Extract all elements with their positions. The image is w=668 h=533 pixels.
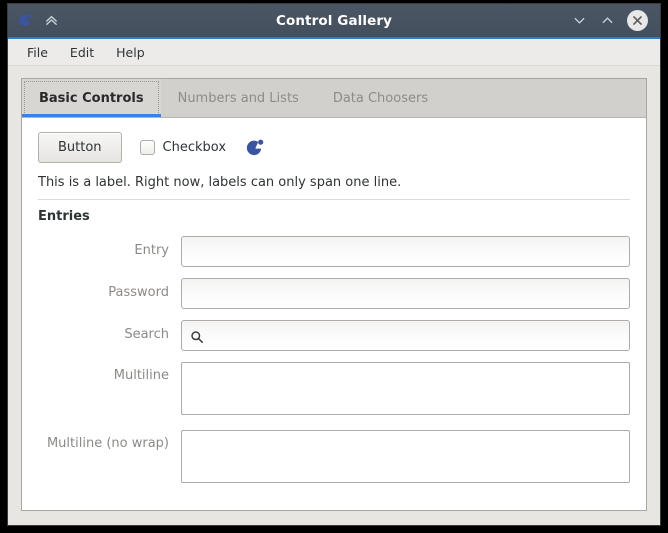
section-separator [38,199,630,200]
close-icon[interactable] [627,10,648,31]
button[interactable]: Button [38,132,122,163]
menu-item-file[interactable]: File [18,43,57,62]
app-logo-icon [17,12,34,29]
entry-input[interactable] [181,236,630,267]
maximize-icon[interactable] [599,13,615,29]
multiline-nowrap-field-label: Multiline (no wrap) [46,436,169,451]
search-input[interactable] [181,320,630,351]
multiline-nowrap-textarea[interactable] [181,430,630,483]
window-controls [571,10,660,31]
tab-strip: Basic Controls Numbers and Lists Data Ch… [22,79,646,117]
window-body: Basic Controls Numbers and Lists Data Ch… [8,66,660,525]
password-field-wrap [181,278,630,309]
multiline-field-wrap [181,362,630,419]
tab-basic-controls[interactable]: Basic Controls [22,79,161,117]
window-title: Control Gallery [275,12,393,29]
search-field-wrap [181,320,630,351]
menu-bar: File Edit Help [8,39,660,66]
spinner-icon [244,137,266,159]
menu-item-help[interactable]: Help [107,43,154,62]
entry-field-label: Entry [134,243,169,258]
multiline-field-label: Multiline [113,368,169,383]
title-bar-left-group [8,12,59,29]
checkbox-box[interactable] [139,140,155,155]
tab-group: Basic Controls Numbers and Lists Data Ch… [21,78,647,511]
application-window: Control Gallery File Edit Help Basic Con… [8,4,660,525]
search-field-label: Search [124,327,169,342]
entry-field-wrap [181,236,630,267]
multiline-textarea[interactable] [181,362,630,415]
info-label: This is a label. Right now, labels can o… [38,175,402,190]
tab-data-choosers[interactable]: Data Choosers [316,79,445,117]
checkbox-label: Checkbox [162,140,227,155]
password-field-label: Password [108,285,169,300]
tab-page-basic-controls: Button Checkbox This is a label. Right n… [22,117,646,510]
checkbox[interactable]: Checkbox [139,140,227,155]
password-input[interactable] [181,278,630,309]
entries-group-title: Entries [38,209,90,224]
tab-numbers-and-lists[interactable]: Numbers and Lists [161,79,316,117]
basic-controls-row: Button Checkbox [38,132,630,163]
entries-form: Entry Password Search Multiline Multilin… [38,236,630,487]
title-bar[interactable]: Control Gallery [8,4,660,39]
minimize-icon[interactable] [571,13,587,29]
shade-window-icon[interactable] [43,13,59,29]
menu-item-edit[interactable]: Edit [61,43,103,62]
multiline-nowrap-field-wrap [181,430,630,487]
